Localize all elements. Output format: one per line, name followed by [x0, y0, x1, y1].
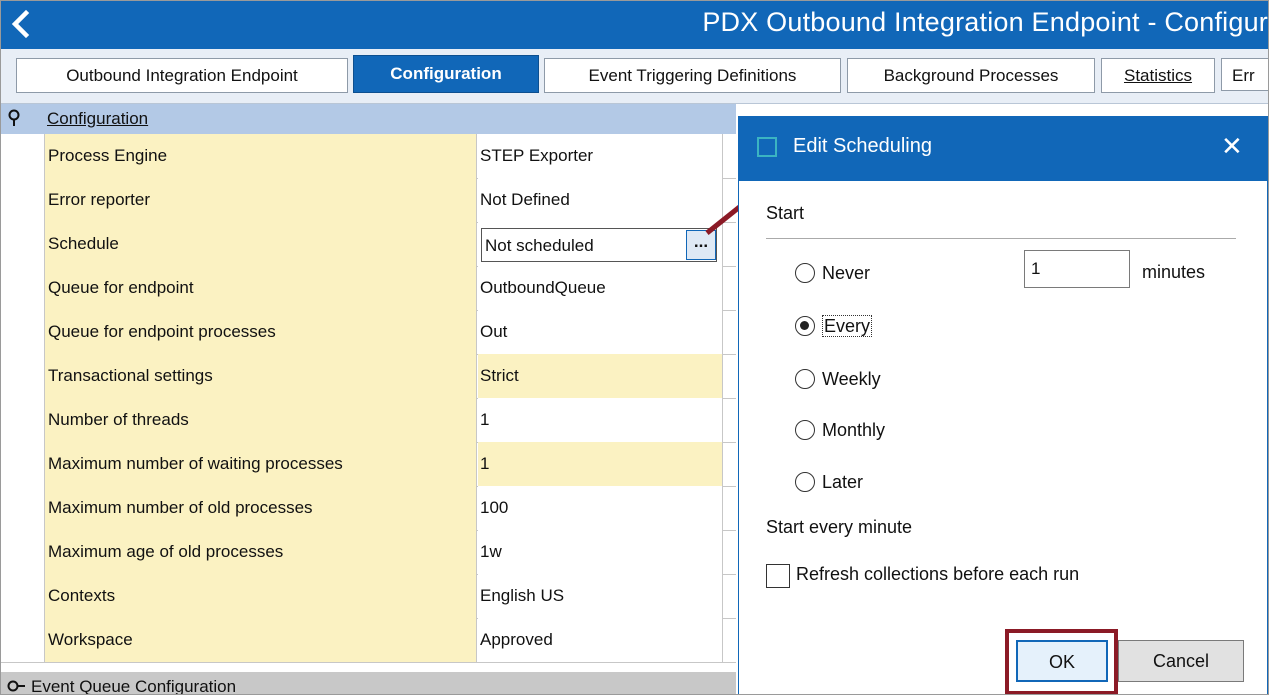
- edit-scheduling-dialog: Edit Scheduling ✕ Start Never Every Week…: [738, 116, 1268, 694]
- table-row[interactable]: Maximum age of old processes 1w: [1, 530, 736, 575]
- row-name: Schedule: [45, 222, 477, 266]
- table-row[interactable]: Queue for endpoint OutboundQueue: [1, 266, 736, 311]
- table-row[interactable]: Error reporter Not Defined: [1, 178, 736, 223]
- radio-label-focused: Every: [822, 315, 873, 337]
- row-value[interactable]: STEP Exporter: [478, 134, 723, 178]
- table-row[interactable]: Process Engine STEP Exporter: [1, 134, 736, 179]
- row-gutter: [1, 134, 45, 178]
- dialog-title: Edit Scheduling: [793, 135, 932, 157]
- row-name: Process Engine: [45, 134, 477, 178]
- row-name: Queue for endpoint processes: [45, 310, 477, 354]
- row-name: Error reporter: [45, 178, 477, 222]
- app-window: PDX Outbound Integration Endpoint - Conf…: [0, 0, 1269, 695]
- radio-button[interactable]: [795, 472, 815, 492]
- row-value[interactable]: 1: [478, 398, 723, 442]
- tab-event-triggering-definitions[interactable]: Event Triggering Definitions: [544, 58, 841, 93]
- row-value[interactable]: Not Defined: [478, 178, 723, 222]
- cancel-button[interactable]: Cancel: [1118, 640, 1244, 682]
- tab-statistics-label: Statistics: [1123, 66, 1193, 85]
- tab-configuration[interactable]: Configuration: [353, 55, 539, 93]
- close-icon[interactable]: ✕: [1221, 131, 1243, 162]
- radio-label: Never: [822, 263, 871, 283]
- row-gutter: [1, 222, 45, 266]
- minutes-label: minutes: [1142, 262, 1206, 282]
- row-value[interactable]: 1: [478, 442, 723, 486]
- row-value[interactable]: Strict: [478, 354, 723, 398]
- radio-button[interactable]: [795, 369, 815, 389]
- row-gutter: [1, 354, 45, 398]
- row-name: Maximum age of old processes: [45, 530, 477, 574]
- start-label: Start: [766, 203, 805, 223]
- event-queue-section-title[interactable]: Event Queue Configuration: [31, 672, 236, 694]
- row-gutter: [1, 486, 45, 530]
- row-name: Transactional settings: [45, 354, 477, 398]
- tab-statistics[interactable]: Statistics: [1101, 58, 1215, 93]
- refresh-collections-label[interactable]: Refresh collections before each run: [796, 564, 1079, 585]
- row-name: Number of threads: [45, 398, 477, 442]
- radio-button-selected[interactable]: [795, 316, 815, 336]
- radio-button[interactable]: [795, 263, 815, 283]
- dialog-title-bar: Edit Scheduling ✕: [739, 117, 1267, 181]
- tab-bar: Outbound Integration Endpoint Configurat…: [1, 49, 1268, 104]
- row-value[interactable]: OutboundQueue: [478, 266, 723, 310]
- table-row[interactable]: Queue for endpoint processes Out: [1, 310, 736, 355]
- tab-errors[interactable]: Err: [1221, 58, 1268, 91]
- row-value[interactable]: 1w: [478, 530, 723, 574]
- row-gutter: [1, 266, 45, 310]
- row-value[interactable]: Approved: [478, 618, 723, 662]
- pin-icon[interactable]: [7, 104, 21, 134]
- row-gutter: [1, 618, 45, 662]
- table-row[interactable]: Contexts English US: [1, 574, 736, 619]
- radio-label: Monthly: [822, 420, 886, 440]
- row-name: Maximum number of waiting processes: [45, 442, 477, 486]
- configuration-section-header[interactable]: Configuration: [1, 104, 736, 134]
- row-value[interactable]: Out: [478, 310, 723, 354]
- window-title: PDX Outbound Integration Endpoint - Conf…: [702, 7, 1268, 37]
- radio-button[interactable]: [795, 420, 815, 440]
- table-row[interactable]: Maximum number of waiting processes 1: [1, 442, 736, 487]
- row-name: Workspace: [45, 618, 477, 662]
- tab-background-processes[interactable]: Background Processes: [847, 58, 1095, 93]
- start-every-text: Start every minute: [766, 517, 913, 537]
- row-gutter: [1, 178, 45, 222]
- row-name: Maximum number of old processes: [45, 486, 477, 530]
- row-value[interactable]: 100: [478, 486, 723, 530]
- ok-button[interactable]: OK: [1016, 640, 1108, 682]
- refresh-collections-checkbox[interactable]: [766, 564, 790, 588]
- event-queue-section-header[interactable]: Event Queue Configuration: [1, 672, 736, 694]
- minutes-input[interactable]: 1: [1024, 250, 1130, 288]
- radio-label: Later: [822, 472, 864, 492]
- table-row[interactable]: Workspace Approved: [1, 618, 736, 663]
- back-arrow-icon[interactable]: [7, 9, 37, 39]
- dialog-window-icon: [757, 137, 777, 157]
- pin-collapsed-icon[interactable]: [7, 672, 27, 694]
- title-bar: PDX Outbound Integration Endpoint - Conf…: [1, 1, 1268, 49]
- start-divider: [766, 238, 1236, 239]
- row-name: Contexts: [45, 574, 477, 618]
- row-value[interactable]: English US: [478, 574, 723, 618]
- configuration-section-title[interactable]: Configuration: [47, 104, 148, 134]
- table-row[interactable]: Number of threads 1: [1, 398, 736, 443]
- row-name: Queue for endpoint: [45, 266, 477, 310]
- table-row[interactable]: Transactional settings Strict: [1, 354, 736, 399]
- row-gutter: [1, 442, 45, 486]
- row-gutter: [1, 530, 45, 574]
- row-gutter: [1, 574, 45, 618]
- radio-label: Every: [822, 312, 873, 340]
- table-row[interactable]: Maximum number of old processes 100: [1, 486, 736, 531]
- row-gutter: [1, 310, 45, 354]
- radio-label: Weekly: [822, 369, 881, 389]
- radio-dot: [800, 321, 809, 330]
- row-gutter: [1, 398, 45, 442]
- tab-outbound-integration-endpoint[interactable]: Outbound Integration Endpoint: [16, 58, 348, 93]
- schedule-field[interactable]: Not scheduled: [481, 228, 717, 262]
